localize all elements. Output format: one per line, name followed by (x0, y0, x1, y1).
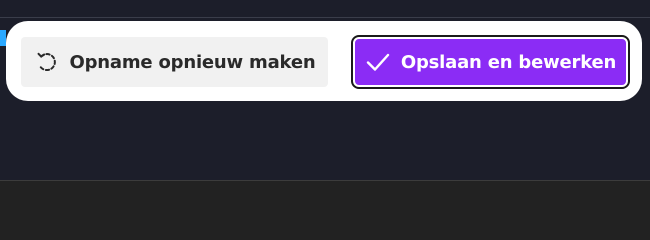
save-and-edit-button[interactable]: Opslaan en bewerken (353, 37, 628, 87)
retake-recording-label: Opname opnieuw maken (69, 51, 316, 73)
save-and-edit-label: Opslaan en bewerken (400, 51, 617, 73)
screen: Opname opnieuw maken Opslaan en bewerken (0, 0, 650, 240)
retake-recording-button[interactable]: Opname opnieuw maken (21, 37, 328, 87)
checkmark-icon (365, 49, 391, 75)
redo-dashed-circle-icon (34, 49, 60, 75)
recording-actions-toolbar: Opname opnieuw maken Opslaan en bewerken (6, 21, 642, 101)
bottom-panel (0, 180, 650, 240)
divider-top (0, 17, 650, 18)
